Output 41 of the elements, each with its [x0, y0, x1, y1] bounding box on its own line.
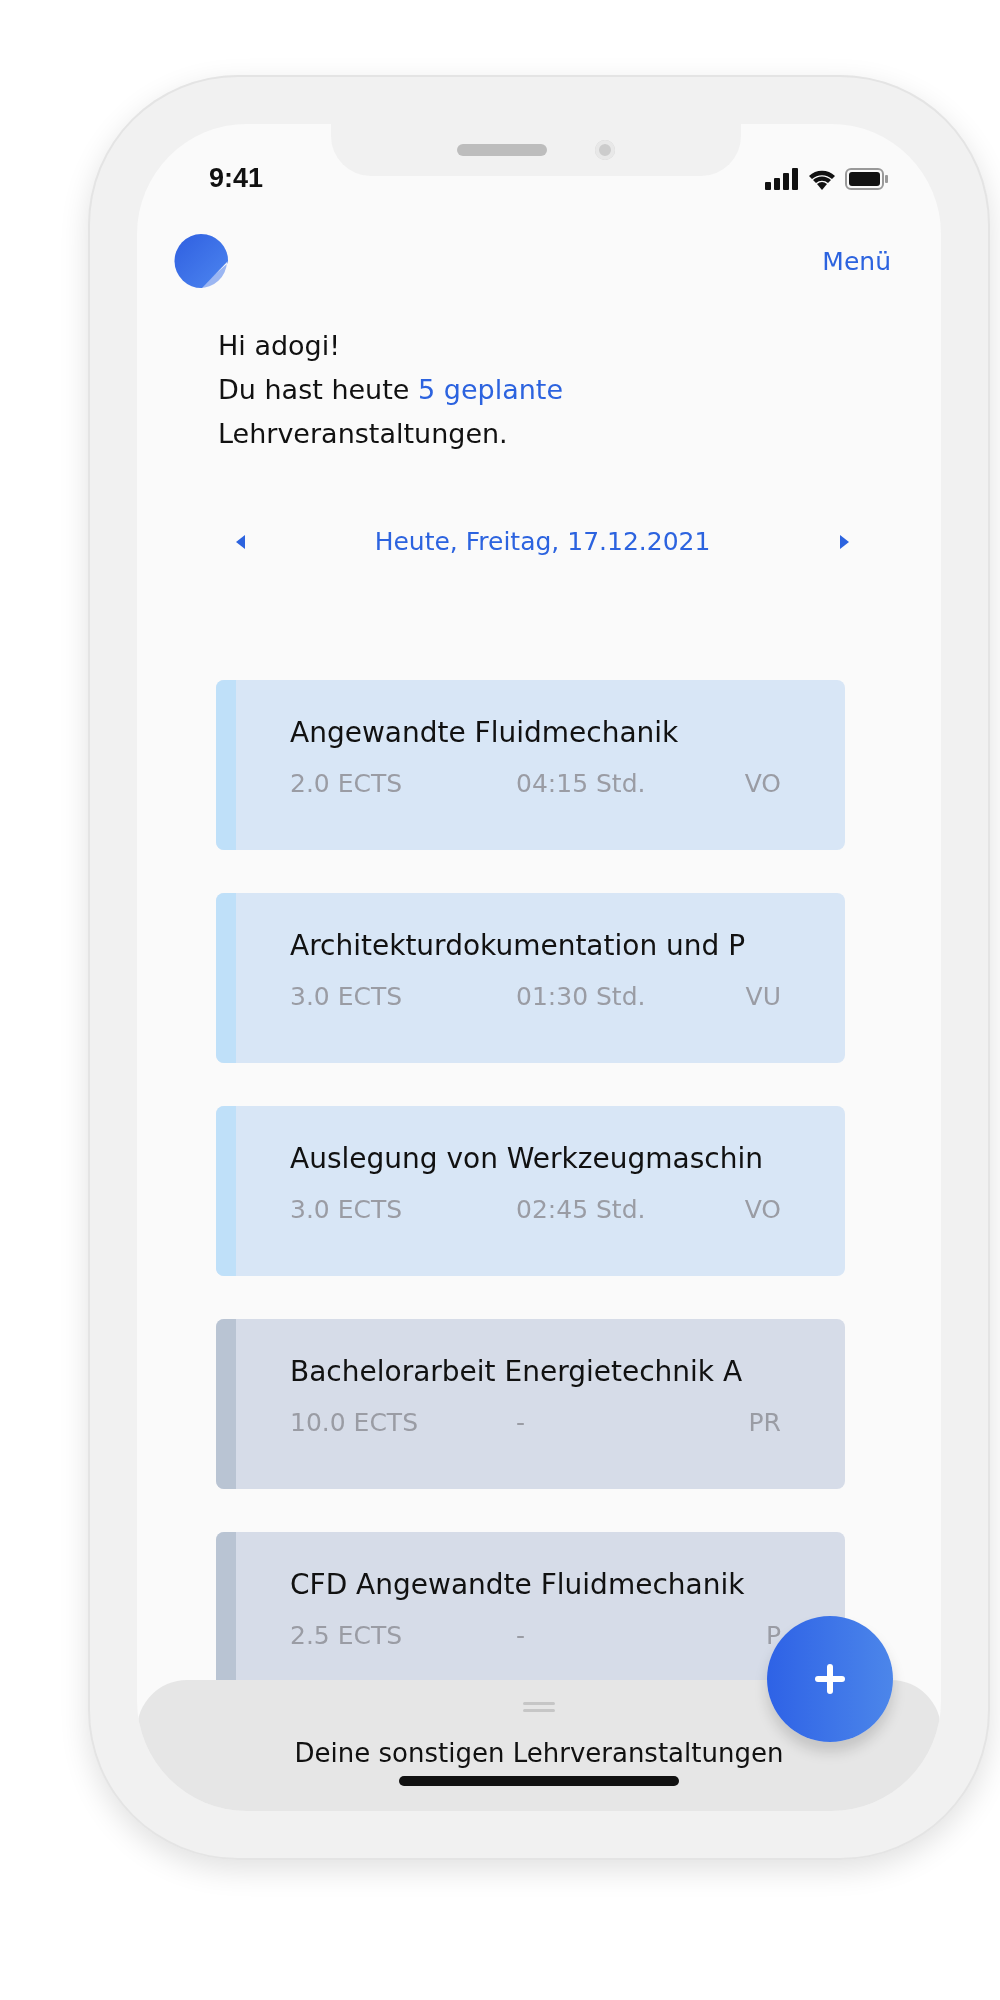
course-title: Auslegung von Werkzeugmaschin	[290, 1142, 764, 1175]
bottom-sheet[interactable]: Deine sonstigen Lehrveranstaltungen	[137, 1680, 941, 1811]
course-type: VO	[744, 769, 781, 798]
course-card[interactable]: Angewandte Fluidmechanik 2.0 ECTS 04:15 Std. VO	[216, 680, 845, 850]
course-type: P	[765, 1621, 781, 1650]
course-type: VO	[744, 1195, 781, 1224]
wifi-icon	[807, 168, 837, 190]
caret-right-icon	[839, 534, 849, 549]
course-hours: 02:45 Std.	[516, 1195, 647, 1224]
course-type: VU	[745, 982, 781, 1011]
plus-icon	[813, 1662, 847, 1696]
course-ects: 3.0 ECTS	[290, 982, 404, 1011]
status-time: 9:41	[209, 163, 264, 194]
caret-left-icon	[236, 534, 246, 549]
course-ects: 2.0 ECTS	[290, 769, 404, 798]
course-title: CFD Angewandte Fluidmechanik	[290, 1568, 746, 1601]
course-hours: 04:15 Std.	[516, 769, 647, 798]
sheet-title: Deine sonstigen Lehrveranstaltungen	[294, 1738, 784, 1768]
course-card[interactable]: Architekturdokumentation und P 3.0 ECTS 01:30 Std. VU	[216, 893, 845, 1063]
speaker-icon	[457, 144, 547, 156]
course-title: Architekturdokumentation und P	[290, 929, 747, 962]
course-title: Bachelorarbeit Energietechnik A	[290, 1355, 744, 1388]
greeting-text: Hi adogi!	[218, 329, 342, 363]
drag-handle-icon[interactable]	[523, 1702, 555, 1714]
course-hours: -	[516, 1408, 527, 1437]
course-card[interactable]: Bachelorarbeit Energietechnik A 10.0 ECTS - PR	[216, 1319, 845, 1489]
signal-icon	[765, 168, 799, 190]
course-hours: 01:30 Std.	[516, 982, 647, 1011]
summary-text: Du hast heute 5 geplante Lehrveranstaltungen.	[218, 373, 564, 451]
app-logo	[172, 232, 230, 290]
camera-icon	[595, 140, 615, 160]
course-ects: 2.5 ECTS	[290, 1621, 404, 1650]
course-hours: -	[516, 1621, 527, 1650]
date-label: Heute, Freitag, 17.12.2021	[374, 527, 711, 556]
course-type: PR	[748, 1408, 781, 1437]
course-ects: 3.0 ECTS	[290, 1195, 404, 1224]
course-title: Angewandte Fluidmechanik	[290, 716, 680, 749]
course-ects: 10.0 ECTS	[290, 1408, 419, 1437]
course-card[interactable]: Auslegung von Werkzeugmaschin 3.0 ECTS 02:45 Std. VO	[216, 1106, 845, 1276]
battery-icon	[845, 168, 889, 190]
menu-link[interactable]: Menü	[822, 246, 891, 276]
